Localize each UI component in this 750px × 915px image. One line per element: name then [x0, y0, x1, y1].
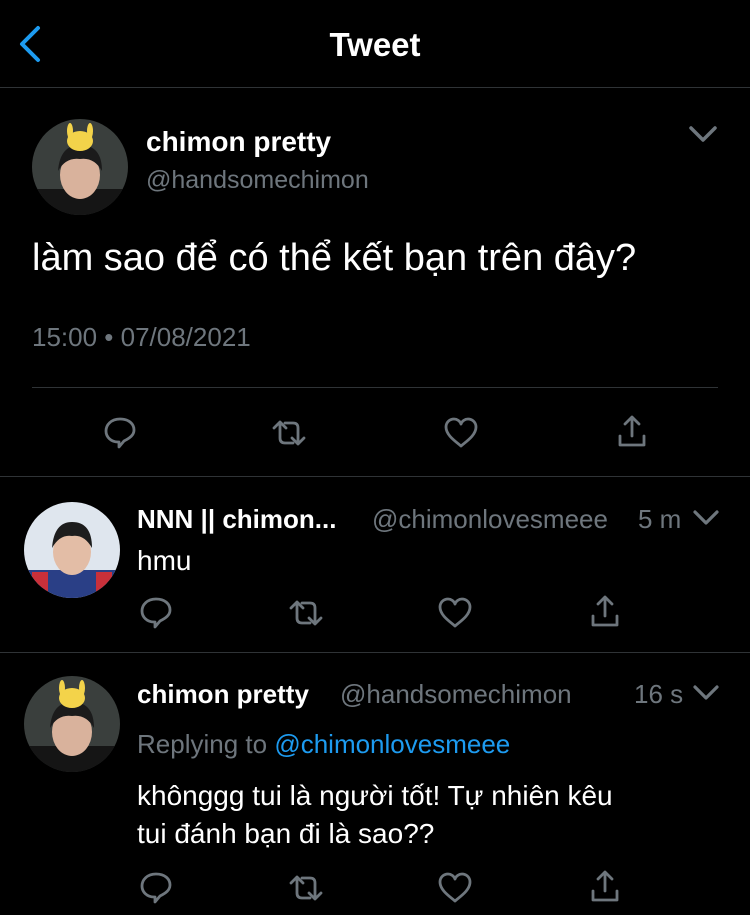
- author-name[interactable]: chimon pretty: [137, 679, 309, 710]
- retweet-icon[interactable]: [271, 418, 307, 448]
- share-icon[interactable]: [617, 414, 647, 448]
- tweet-text: hmu: [137, 545, 192, 576]
- tweet-text-line: khônggg tui là người tốt! Tự nhiên kêu: [137, 780, 613, 811]
- heart-icon[interactable]: [443, 417, 479, 449]
- replying-to-prefix: Replying to: [137, 729, 268, 759]
- retweet-icon[interactable]: [288, 598, 324, 628]
- heart-icon[interactable]: [437, 872, 473, 904]
- replying-to: Replying to @chimonlovesmeee: [137, 729, 510, 760]
- author-handle[interactable]: @handsomechimon: [146, 166, 369, 195]
- mention-link[interactable]: @chimonlovesmeee: [274, 729, 510, 759]
- page-title: Tweet: [329, 26, 421, 63]
- author-name[interactable]: chimon pretty: [146, 126, 331, 158]
- retweet-icon[interactable]: [288, 873, 324, 903]
- avatar[interactable]: [32, 119, 128, 215]
- reply-icon[interactable]: [139, 871, 173, 905]
- avatar[interactable]: [24, 676, 120, 772]
- divider: [32, 387, 718, 388]
- author-name[interactable]: NNN || chimon...: [137, 504, 336, 535]
- avatar-photo-icon: [32, 119, 128, 215]
- chevron-down-icon[interactable]: [692, 508, 720, 528]
- top-bar: Tweet: [0, 0, 750, 88]
- chevron-down-icon[interactable]: [692, 683, 720, 703]
- divider: [0, 652, 750, 653]
- reply-icon[interactable]: [103, 416, 137, 450]
- divider: [0, 476, 750, 477]
- tweet-time: 16 s: [634, 679, 684, 709]
- tweet-text: làm sao để có thể kết bạn trên đây?: [32, 237, 637, 279]
- tweet-timestamp: 15:00 • 07/08/2021: [32, 322, 251, 352]
- share-icon[interactable]: [590, 594, 620, 628]
- tweet-time: 5 m: [638, 504, 682, 534]
- tweet-text-line: tui đánh bạn đi là sao??: [137, 818, 435, 849]
- avatar-photo-icon: [24, 676, 120, 772]
- author-handle[interactable]: @chimonlovesmeee: [372, 504, 608, 535]
- author-handle[interactable]: @handsomechimon: [340, 679, 572, 710]
- avatar-photo-icon: [24, 502, 120, 598]
- share-icon[interactable]: [590, 869, 620, 903]
- reply-icon[interactable]: [139, 596, 173, 630]
- chevron-down-icon[interactable]: [687, 123, 719, 145]
- avatar[interactable]: [24, 502, 120, 598]
- heart-icon[interactable]: [437, 597, 473, 629]
